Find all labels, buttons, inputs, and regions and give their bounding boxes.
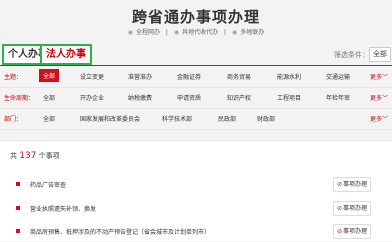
check-circle-icon: ⊘ [337, 228, 343, 235]
more-link[interactable]: 更多﹀ [370, 114, 388, 123]
chevron-down-icon: ﹀ [381, 116, 388, 123]
filter-label-lifecycle: 生命周期： [4, 95, 35, 102]
list-item: 营业执照遗失补领、换发 ⊘事项办理 [0, 199, 392, 219]
check-circle-icon: ⊘ [337, 181, 343, 188]
handle-button[interactable]: ⊘事项办理 [333, 224, 372, 239]
filter-option-all[interactable]: 全部 [39, 69, 60, 82]
filter-option[interactable]: 年检年审 [326, 93, 350, 102]
filter-option[interactable]: 知识产权 [227, 93, 251, 102]
all-button[interactable]: 全部 [369, 47, 391, 62]
filter-label-theme: 主题： [4, 74, 23, 81]
page-header: 跨省通办事项办理 ◉ 全程网办 | ◉ 异地代收代办 | ◉ 多地联办 [0, 0, 392, 42]
filter-option[interactable]: 财政部 [257, 114, 275, 123]
filter-option[interactable]: 交通运输 [326, 72, 350, 81]
count-number: 137 [19, 151, 37, 161]
bullet-icon [16, 182, 20, 186]
subtitle-item: 多地联办 [240, 29, 265, 36]
dot-icon: ◉ [232, 29, 238, 36]
divider [0, 65, 392, 66]
filter-row-lifecycle: 生命周期： 全部 开办企业 纳税缴费 申请资质 知识产权 工程项目 年检年审 更… [0, 88, 392, 108]
check-circle-icon: ⊘ [337, 205, 343, 212]
results-count: 共 137 个事项 [10, 151, 60, 161]
item-name[interactable]: 营业执照遗失补领、换发 [30, 204, 96, 213]
filter-option[interactable]: 申请资质 [177, 93, 201, 102]
filter-option[interactable]: 能源水利 [277, 72, 301, 81]
filter-option[interactable]: 金融证券 [177, 72, 201, 81]
filter-option-all[interactable]: 全部 [43, 93, 55, 102]
filter-option[interactable]: 工程项目 [277, 93, 301, 102]
separator [0, 129, 392, 130]
chevron-down-icon: ﹀ [381, 95, 388, 102]
list-item: 药品广告审查 ⊘事项办理 [0, 175, 392, 195]
more-link[interactable]: 更多﹀ [370, 93, 388, 102]
filter-row-department: 部门： 全部 国家发展和改革委员会 科学技术部 民政部 财政部 更多﹀ [0, 109, 392, 129]
filter-option[interactable]: 纳税缴费 [128, 93, 152, 102]
dot-icon: ◉ [127, 29, 133, 36]
filter-option[interactable]: 民政部 [218, 114, 236, 123]
header-subtitles: ◉ 全程网办 | ◉ 异地代收代办 | ◉ 多地联办 [127, 29, 265, 36]
filter-option[interactable]: 科学技术部 [162, 114, 192, 123]
list-item: 商品房预售、抵押涉及的不动产预告登记（省会城市及计划单列市） ⊘事项办理 [0, 222, 392, 242]
bullet-icon [16, 206, 20, 210]
filter-option[interactable]: 商务贸易 [227, 72, 251, 81]
tab-legal[interactable]: 法人办事 [40, 44, 92, 65]
filter-option[interactable]: 开办企业 [80, 93, 104, 102]
page-title: 跨省通办事项办理 [131, 8, 260, 26]
filter-label: 筛选条件： [334, 51, 369, 59]
tab-bar: 个人办事 法人办事 筛选条件： 全部 [0, 42, 392, 66]
filter-row-theme: 主题： 全部 设立变更 准营准办 金融证券 商务贸易 能源水利 交通运输 更多﹀ [0, 67, 392, 87]
filter-option[interactable]: 国家发展和改革委员会 [80, 114, 140, 123]
subtitle-item: 全程网办 [135, 29, 160, 36]
filter-option-all[interactable]: 全部 [43, 114, 55, 123]
bullet-icon [16, 229, 20, 233]
dot-icon: ◉ [173, 29, 180, 36]
filter-option[interactable]: 设立变更 [80, 72, 104, 81]
filter-label-department: 部门： [4, 116, 23, 123]
item-name[interactable]: 商品房预售、抵押涉及的不动产预告登记（省会城市及计划单列市） [30, 227, 210, 236]
chevron-down-icon: ﹀ [381, 74, 388, 81]
more-link[interactable]: 更多﹀ [370, 72, 388, 81]
subtitle-item: 异地代收代办 [182, 29, 219, 36]
handle-button[interactable]: ⊘事项办理 [333, 201, 372, 216]
item-name[interactable]: 药品广告审查 [30, 180, 66, 189]
handle-button[interactable]: ⊘事项办理 [333, 177, 372, 192]
filter-option[interactable]: 准营准办 [128, 72, 152, 81]
